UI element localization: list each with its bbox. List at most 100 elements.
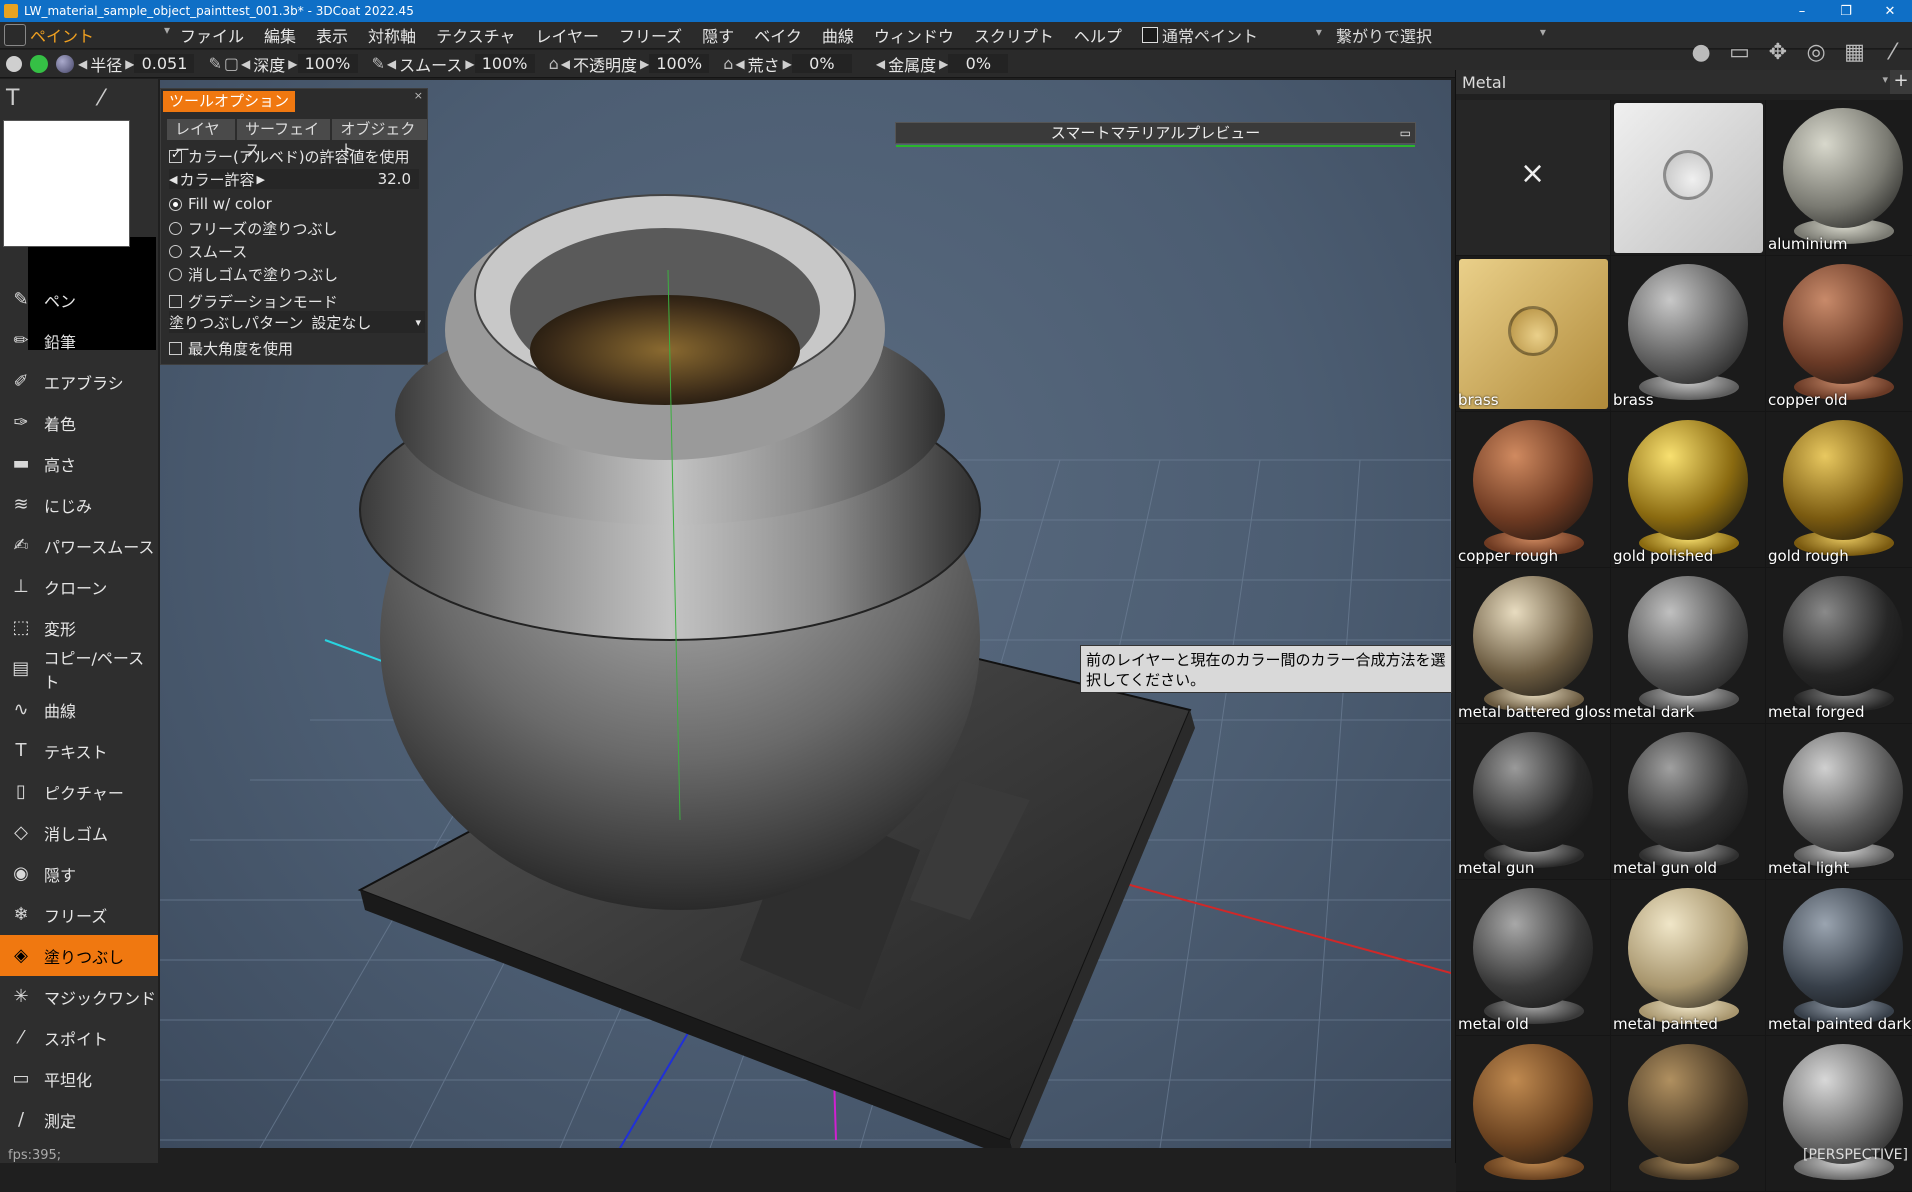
gradation-mode-checkbox[interactable] <box>169 295 182 308</box>
tab-layer[interactable]: レイヤー <box>167 119 235 159</box>
tool-item[interactable]: ▭ 平坦化 <box>0 1058 158 1099</box>
menu-item[interactable]: ベイク <box>744 23 812 47</box>
material-item[interactable]: aluminium <box>1766 100 1912 256</box>
opacity-value[interactable]: 100% <box>649 54 710 73</box>
use-color-tolerance-option[interactable]: カラー(アルベド)の許容値を使用 <box>169 146 410 167</box>
material-item[interactable]: metal painted <box>1611 880 1766 1036</box>
menu-item[interactable]: ウィンドウ <box>864 23 964 47</box>
material-item[interactable]: metal battered glossy <box>1456 568 1611 724</box>
tool-item[interactable]: ⁄ スポイト <box>0 1017 158 1058</box>
selection-mode-dropdown[interactable]: 繋がりで選択 <box>1336 23 1546 47</box>
tool-item[interactable]: ▬ 高さ <box>0 443 158 484</box>
radio-eraser-fill-option[interactable]: 消しゴムで塗りつぶし <box>169 264 338 285</box>
menu-item[interactable]: 対称軸 <box>358 23 426 47</box>
tool-item[interactable]: ⬚ 変形 <box>0 607 158 648</box>
material-item[interactable]: metal gun old <box>1611 724 1766 880</box>
material-item[interactable]: copper rough <box>1456 412 1611 568</box>
smart-material-preview-bar[interactable]: スマートマテリアルプレビュー ▭ <box>895 122 1416 147</box>
use-color-tolerance-checkbox[interactable] <box>169 147 182 163</box>
fill-pattern-value[interactable]: 設定なし <box>311 312 371 333</box>
minimize-button[interactable]: – <box>1780 0 1824 22</box>
menu-item[interactable]: スクリプト <box>964 23 1064 47</box>
fill-pattern-dropdown[interactable]: 塗りつぶしパターン 設定なし ▾ <box>169 311 425 333</box>
frame-view-icon[interactable]: ▭ <box>1724 40 1754 66</box>
tool-item[interactable]: ≋ にじみ <box>0 484 158 525</box>
radio-freeze-fill[interactable] <box>169 222 182 235</box>
tool-item[interactable]: ⊥ クローン <box>0 566 158 607</box>
color-dot-icon[interactable] <box>30 54 48 73</box>
menu-item[interactable]: ファイル <box>170 23 254 47</box>
checker-icon[interactable]: ▦ <box>1839 40 1869 66</box>
tool-item[interactable]: / 測定 <box>0 1099 158 1140</box>
radius-value[interactable]: 0.051 <box>134 54 195 73</box>
add-material-button[interactable]: + <box>1890 70 1912 94</box>
brush-alpha-icon[interactable] <box>6 55 22 72</box>
gizmo-icon[interactable]: ✥ <box>1763 40 1793 66</box>
depth-param[interactable]: ◀ 深度 ▶ 100% <box>241 52 358 76</box>
tab-object[interactable]: オブジェクト <box>332 119 427 159</box>
material-item[interactable]: metal forged <box>1766 568 1912 724</box>
material-item[interactable]: metal dark <box>1611 568 1766 724</box>
radio-smooth-option[interactable]: スムース <box>169 241 247 262</box>
tool-item[interactable]: ✐ エアブラシ <box>0 361 158 402</box>
depth-value[interactable]: 100% <box>297 54 358 73</box>
paint-mode-dropdown[interactable]: 通常ペイント <box>1141 23 1322 47</box>
tool-item[interactable]: ✍ パワースムース <box>0 525 158 566</box>
material-item[interactable]: gold rough <box>1766 412 1912 568</box>
lock-icon[interactable]: ▢ <box>224 54 239 73</box>
material-item[interactable] <box>1766 1036 1912 1192</box>
brush-settings-icon[interactable]: ⁄ <box>1878 40 1908 66</box>
pin-icon[interactable]: ▭ <box>1400 123 1411 143</box>
menu-item[interactable]: テクスチャ <box>426 23 525 47</box>
restore-button[interactable]: ❐ <box>1824 0 1868 22</box>
smooth-param[interactable]: ◀ スムース ▶ 100% <box>387 52 535 76</box>
material-item[interactable] <box>1611 100 1766 256</box>
brush-stroke-icon[interactable]: ⁄ <box>99 86 103 111</box>
chevron-down-icon[interactable]: ▾ <box>1882 73 1888 86</box>
material-dot-icon[interactable] <box>56 54 74 73</box>
radio-fill-color[interactable] <box>169 197 182 211</box>
tool-item[interactable]: ❄ フリーズ <box>0 894 158 935</box>
material-item[interactable] <box>1611 1036 1766 1192</box>
tool-item[interactable]: ✏ 鉛筆 <box>0 320 158 361</box>
tool-item[interactable]: ✑ 着色 <box>0 402 158 443</box>
metalness-param[interactable]: ◀ 金属度 ▶ 0% <box>876 52 1009 76</box>
sphere-view-icon[interactable]: ● <box>1686 40 1716 66</box>
tool-item[interactable]: ✳ マジックワンド <box>0 976 158 1017</box>
tool-item[interactable]: ◇ 消しゴム <box>0 812 158 853</box>
color-tolerance-slider[interactable]: ◀ カラー許容 ▶ 32.0 <box>169 169 419 189</box>
material-item[interactable]: brass <box>1456 256 1611 412</box>
material-item[interactable]: × <box>1456 100 1611 256</box>
menu-item[interactable]: 曲線 <box>812 23 864 47</box>
roughness-param[interactable]: ◀ 荒さ ▶ 0% <box>735 52 852 76</box>
menu-item[interactable]: レイヤー <box>525 23 609 47</box>
use-max-angle-checkbox[interactable] <box>169 342 182 355</box>
tool-options-title[interactable]: ツールオプション <box>163 91 296 112</box>
use-max-angle-option[interactable]: 最大角度を使用 <box>169 338 293 359</box>
tool-item[interactable]: ✎ ペン <box>0 279 158 320</box>
menu-item[interactable]: 表示 <box>306 23 358 47</box>
smooth-value[interactable]: 100% <box>474 54 535 73</box>
tool-item[interactable]: ◉ 隠す <box>0 853 158 894</box>
tool-item[interactable]: ▤ コピー/ペースト <box>0 648 158 692</box>
tool-item[interactable]: T テキスト <box>0 730 158 771</box>
tool-options-close[interactable]: × <box>414 89 423 102</box>
radio-fill-color-option[interactable]: Fill w/ color <box>169 195 272 213</box>
material-item[interactable]: brass <box>1611 256 1766 412</box>
close-button[interactable]: ✕ <box>1868 0 1912 22</box>
menu-item[interactable]: フリーズ <box>609 23 692 47</box>
text-tool-icon[interactable]: T <box>6 86 19 111</box>
room-icon[interactable] <box>4 24 26 46</box>
tab-surface[interactable]: サーフェイス <box>237 119 331 159</box>
radius-param[interactable]: ◀ 半径 ▶ 0.051 <box>78 52 195 76</box>
gradation-mode-option[interactable]: グラデーションモード <box>169 291 338 312</box>
radio-freeze-fill-option[interactable]: フリーズの塗りつぶし <box>169 218 337 239</box>
menu-item[interactable]: ヘルプ <box>1064 23 1132 47</box>
roughness-value[interactable]: 0% <box>791 54 852 73</box>
remove-material-icon[interactable]: × <box>1520 156 1545 191</box>
menu-item[interactable]: 編集 <box>254 23 306 47</box>
room-selector[interactable]: ペイント <box>30 23 170 47</box>
tool-item[interactable]: ∿ 曲線 <box>0 689 158 730</box>
material-item[interactable]: copper old <box>1766 256 1912 412</box>
material-item[interactable]: metal light <box>1766 724 1912 880</box>
